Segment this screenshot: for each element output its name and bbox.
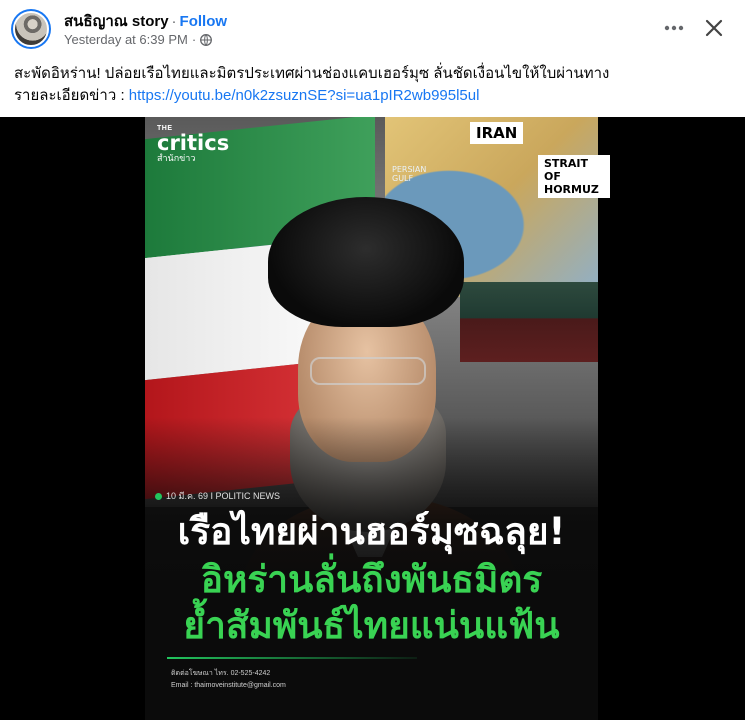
author-name[interactable]: สนธิญาณ story xyxy=(64,13,169,30)
avatar[interactable] xyxy=(11,9,51,49)
dateline-text: 10 มี.ค. 69 I POLITIC NEWS xyxy=(166,491,280,501)
details-label: รายละเอียดข่าว : xyxy=(14,87,129,104)
poster-text-layer: 10 มี.ค. 69 I POLITIC NEWS เรือไทยผ่านฮอ… xyxy=(145,117,598,720)
post-text-line: สะพัดอิหร่าน! ปล่อยเรือไทยและมิตรประเทศผ… xyxy=(14,65,610,82)
post-text-details: รายละเอียดข่าว : https://youtu.be/n0k2zs… xyxy=(14,85,734,107)
headline-line-3: ย้ำสัมพันธ์ไทยแน่นแฟ้น xyxy=(183,604,560,647)
headline-line-1: เรือไทยผ่านฮอร์มุซฉลุย! xyxy=(177,510,566,553)
dateline: 10 มี.ค. 69 I POLITIC NEWS xyxy=(155,489,280,503)
globe-icon[interactable] xyxy=(200,33,213,46)
headline-line-2: อิหร่านลั่นถึงพันธมิตร xyxy=(200,558,543,601)
close-icon xyxy=(705,19,723,37)
more-horizontal-icon xyxy=(664,25,684,31)
meta-separator: · xyxy=(191,32,197,47)
youtube-link[interactable]: https://youtu.be/n0k2zsuznSE?si=ua1pIR2w… xyxy=(129,87,480,104)
name-separator: · xyxy=(171,13,177,30)
post-header: สนธิญาณ story · Follow Yesterday at 6:39 P… xyxy=(0,0,745,58)
contact-info: ติดต่อโฆษณา ไทร. 02-525-4242 Email : tha… xyxy=(171,668,286,692)
contact-email: Email : thaimoveinstitute@gmail.com xyxy=(171,682,286,689)
author-line: สนธิญาณ story · Follow xyxy=(64,9,227,33)
close-button[interactable] xyxy=(700,14,728,42)
avatar-image xyxy=(13,11,49,47)
follow-button[interactable]: Follow xyxy=(180,13,228,30)
post-text: สะพัดอิหร่าน! ปล่อยเรือไทยและมิตรประเทศผ… xyxy=(14,63,734,107)
divider xyxy=(167,657,417,659)
contact-phone: ติดต่อโฆษณา ไทร. 02-525-4242 xyxy=(171,670,271,677)
post-timestamp[interactable]: Yesterday at 6:39 PM xyxy=(64,32,188,47)
dateline-bullet-icon xyxy=(155,492,162,500)
post-meta: Yesterday at 6:39 PM · xyxy=(64,32,213,47)
post-image-container[interactable]: THE critics สำนักข่าว IRAN STRAIT OF HOR… xyxy=(0,117,745,720)
more-options-button[interactable] xyxy=(660,14,688,42)
